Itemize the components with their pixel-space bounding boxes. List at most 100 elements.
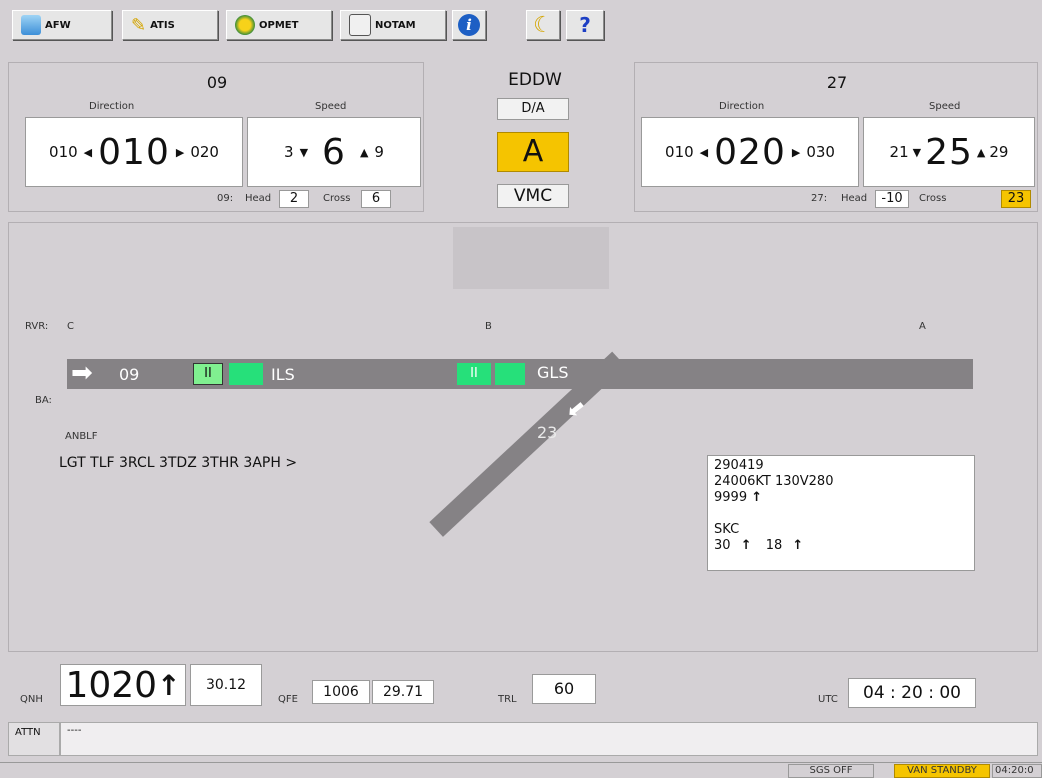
attention-message: ---- bbox=[60, 722, 1038, 756]
direction-label: Direction bbox=[719, 101, 765, 112]
gls-status-light bbox=[495, 363, 525, 385]
direction-min: 010 bbox=[49, 143, 78, 161]
metar-wind: 24006KT 130V280 bbox=[714, 474, 834, 489]
direction-min: 010 bbox=[665, 143, 694, 161]
trl-value: 60 bbox=[532, 674, 596, 704]
utc-label: UTC bbox=[818, 694, 838, 705]
speed-label: Speed bbox=[929, 101, 961, 112]
da-button[interactable]: D/A bbox=[497, 98, 569, 120]
metar-visibility: 9999 bbox=[714, 490, 748, 505]
triangle-right-icon: ▶ bbox=[175, 145, 185, 159]
speed-value: 25 bbox=[925, 131, 973, 173]
status-clock: 04:20:0 bbox=[992, 764, 1042, 778]
triangle-left-icon: ◀ bbox=[699, 145, 709, 159]
sun-icon bbox=[235, 15, 255, 35]
speed-min: 3 bbox=[284, 143, 294, 161]
wind-direction-display: 010 ◀ 010 ▶ 020 bbox=[25, 117, 243, 187]
component-runway: 09: bbox=[217, 193, 234, 204]
speed-max: 29 bbox=[989, 143, 1009, 161]
runway-09-label: 09 bbox=[119, 365, 140, 384]
attn-label: ATTN bbox=[8, 722, 60, 756]
speed-max: 9 bbox=[374, 143, 384, 161]
gls-label: GLS bbox=[537, 363, 569, 382]
toolbar: AFW ✎ ATIS OPMET NOTAM i ☾ ? bbox=[0, 0, 1042, 46]
speed-min: 21 bbox=[889, 143, 909, 161]
metar-temperature-row: 30 ↑ 18 ↑ bbox=[714, 538, 968, 554]
metar-box: 290419 24006KT 130V280 9999 ↑ SKC 30 ↑ 1… bbox=[707, 455, 975, 571]
afw-button[interactable]: AFW bbox=[12, 10, 112, 40]
night-mode-button[interactable]: ☾ bbox=[526, 10, 560, 40]
triangle-down-icon: ▼ bbox=[299, 145, 309, 159]
conditions-indicator: VMC bbox=[497, 184, 569, 208]
trend-up-icon: ↑ bbox=[740, 538, 752, 553]
station-code: EDDW bbox=[508, 70, 562, 90]
speed-value: 6 bbox=[322, 131, 346, 173]
runway-view: RVR: C B A BA: 23 ⬅ ➡ 09 II ILS II GLS A… bbox=[8, 222, 1038, 652]
trend-up-icon: ↑ bbox=[751, 490, 763, 505]
cross-label: Cross bbox=[323, 193, 351, 204]
runway-09-wind-panel: 09 Direction Speed 010 ◀ 010 ▶ 020 3 ▼ 6… bbox=[8, 62, 424, 212]
help-icon: ? bbox=[579, 13, 591, 37]
rvr-label: RVR: bbox=[25, 321, 49, 332]
trend-up-icon: ↑ bbox=[792, 538, 804, 553]
opmet-button[interactable]: OPMET bbox=[226, 10, 332, 40]
cross-label: Cross bbox=[919, 193, 947, 204]
qfe-value: 1006 bbox=[312, 680, 370, 704]
qnh-label: QNH bbox=[20, 694, 43, 705]
ba-label: BA: bbox=[35, 395, 52, 406]
qfe-inhg: 29.71 bbox=[372, 680, 434, 704]
wind-speed-display: 3 ▼ 6 ▲ 9 bbox=[247, 117, 421, 187]
notam-button[interactable]: NOTAM bbox=[340, 10, 446, 40]
blank-placeholder bbox=[453, 227, 609, 289]
direction-max: 030 bbox=[806, 143, 835, 161]
metar-visibility-row: 9999 ↑ bbox=[714, 490, 968, 506]
station-panel: EDDW D/A A VMC bbox=[470, 62, 600, 212]
lighting-status: LGT TLF 3RCL 3TDZ 3THR 3APH > bbox=[59, 455, 298, 471]
arrow-right-icon: ➡ bbox=[71, 358, 93, 388]
triangle-up-icon: ▲ bbox=[976, 145, 986, 159]
crosswind-value-warning: 23 bbox=[1001, 190, 1031, 208]
utc-clock: 04 : 20 : 00 bbox=[848, 678, 976, 708]
qnh-value: 1020 bbox=[65, 664, 158, 706]
qnh-display: 1020 ↑ bbox=[60, 664, 186, 706]
triangle-down-icon: ▼ bbox=[912, 145, 922, 159]
trend-up-icon: ↑ bbox=[157, 668, 181, 702]
qfe-label: QFE bbox=[278, 694, 298, 705]
speed-label: Speed bbox=[315, 101, 347, 112]
runway-27-wind-panel: 27 Direction Speed 010 ◀ 020 ▶ 030 21 ▼ … bbox=[634, 62, 1038, 212]
ils-category-light: II bbox=[193, 363, 223, 385]
metar-temperature: 30 bbox=[714, 538, 731, 553]
trl-label: TRL bbox=[498, 694, 517, 705]
qnh-inhg: 30.12 bbox=[190, 664, 262, 706]
standby-status: VAN STANDBY bbox=[894, 764, 990, 778]
runway-number: 09 bbox=[206, 73, 228, 92]
rvr-c-label: C bbox=[67, 321, 74, 332]
ils-status-light bbox=[229, 363, 263, 385]
head-label: Head bbox=[245, 193, 272, 204]
metar-time: 290419 bbox=[714, 458, 764, 473]
ils-label: ILS bbox=[271, 365, 295, 384]
triangle-right-icon: ▶ bbox=[791, 145, 801, 159]
direction-max: 020 bbox=[190, 143, 219, 161]
wind-speed-display: 21 ▼ 25 ▲ 29 bbox=[863, 117, 1035, 187]
headwind-value: 2 bbox=[279, 190, 309, 208]
sgs-status: SGS OFF bbox=[788, 764, 874, 778]
info-button[interactable]: i bbox=[452, 10, 486, 40]
runway-23-label: 23 bbox=[537, 423, 558, 442]
component-runway: 27: bbox=[811, 193, 828, 204]
rvr-a-label: A bbox=[919, 321, 926, 332]
status-bar: SGS OFF VAN STANDBY 04:20:0 bbox=[0, 762, 1042, 778]
atis-button[interactable]: ✎ ATIS bbox=[122, 10, 218, 40]
anblf-label: ANBLF bbox=[65, 431, 98, 442]
help-button[interactable]: ? bbox=[566, 10, 604, 40]
wind-direction-display: 010 ◀ 020 ▶ 030 bbox=[641, 117, 859, 187]
direction-label: Direction bbox=[89, 101, 135, 112]
head-label: Head bbox=[841, 193, 868, 204]
info-icon: i bbox=[458, 14, 480, 36]
crosswind-value: 6 bbox=[361, 190, 391, 208]
document-icon bbox=[349, 14, 371, 36]
gls-category-light: II bbox=[457, 363, 491, 385]
runway-number: 27 bbox=[826, 73, 848, 92]
headwind-value: -10 bbox=[875, 190, 909, 208]
cloud-icon bbox=[21, 15, 41, 35]
